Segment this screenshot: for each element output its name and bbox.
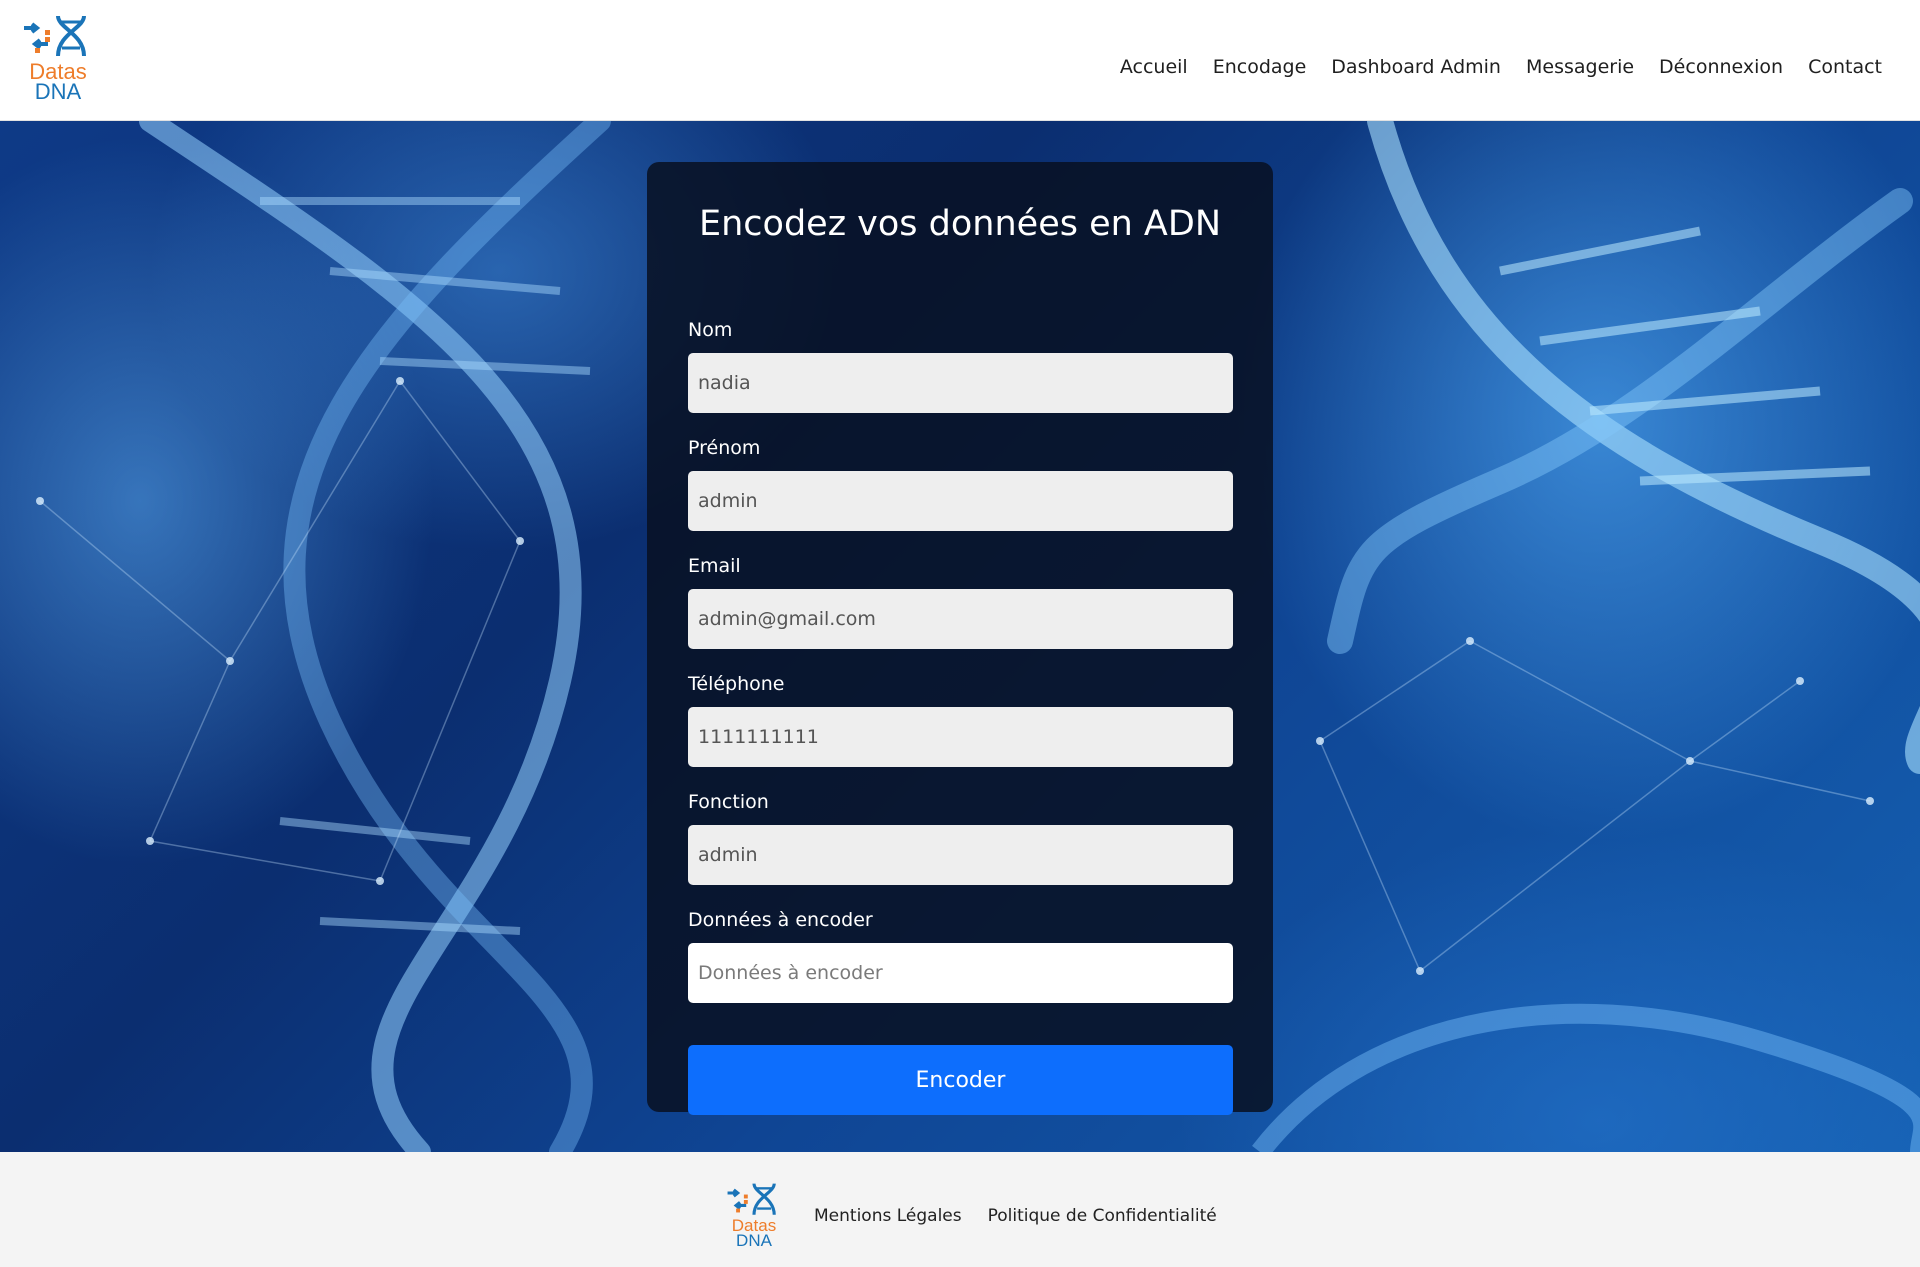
footer-logo[interactable]: Datas DNA bbox=[726, 1182, 782, 1250]
footer-link-politique-confidentialite[interactable]: Politique de Confidentialité bbox=[988, 1206, 1217, 1226]
form-title: Encodez vos données en ADN bbox=[698, 204, 1222, 244]
footer-links: Mentions Légales Politique de Confidenti… bbox=[814, 1206, 1217, 1226]
nav-contact[interactable]: Contact bbox=[1808, 56, 1882, 78]
dna-hero-background: Encodez vos données en ADN Nom Prénom Em… bbox=[0, 121, 1920, 1152]
encoder-button[interactable]: Encoder bbox=[688, 1045, 1233, 1115]
nav-dashboard-admin[interactable]: Dashboard Admin bbox=[1331, 56, 1501, 78]
site-header: Datas DNA Accueil Encodage Dashboard Adm… bbox=[0, 0, 1920, 121]
main-nav: Accueil Encodage Dashboard Admin Message… bbox=[1120, 56, 1882, 78]
email-input[interactable] bbox=[688, 589, 1233, 649]
dna-logo-icon bbox=[727, 1183, 776, 1215]
footer-logo-text-dna: DNA bbox=[736, 1231, 772, 1250]
label-prenom: Prénom bbox=[688, 437, 761, 459]
nav-encodage[interactable]: Encodage bbox=[1213, 56, 1307, 78]
site-footer: Datas DNA Mentions Légales Politique de … bbox=[0, 1152, 1920, 1267]
nom-input[interactable] bbox=[688, 353, 1233, 413]
datasdna-logo[interactable]: Datas DNA bbox=[22, 14, 102, 104]
label-nom: Nom bbox=[688, 319, 733, 341]
dna-logo-icon bbox=[24, 15, 86, 57]
donnees-input[interactable] bbox=[688, 943, 1233, 1003]
telephone-input[interactable] bbox=[688, 707, 1233, 767]
fonction-input[interactable] bbox=[688, 825, 1233, 885]
label-fonction: Fonction bbox=[688, 791, 769, 813]
prenom-input[interactable] bbox=[688, 471, 1233, 531]
label-email: Email bbox=[688, 555, 741, 577]
footer-link-mentions-legales[interactable]: Mentions Légales bbox=[814, 1206, 962, 1226]
nav-accueil[interactable]: Accueil bbox=[1120, 56, 1188, 78]
label-donnees: Données à encoder bbox=[688, 909, 873, 931]
encode-form-card: Encodez vos données en ADN Nom Prénom Em… bbox=[647, 162, 1273, 1115]
logo-text-dna: DNA bbox=[34, 79, 82, 104]
label-telephone: Téléphone bbox=[688, 673, 785, 695]
nav-messagerie[interactable]: Messagerie bbox=[1526, 56, 1634, 78]
nav-deconnexion[interactable]: Déconnexion bbox=[1659, 56, 1783, 78]
